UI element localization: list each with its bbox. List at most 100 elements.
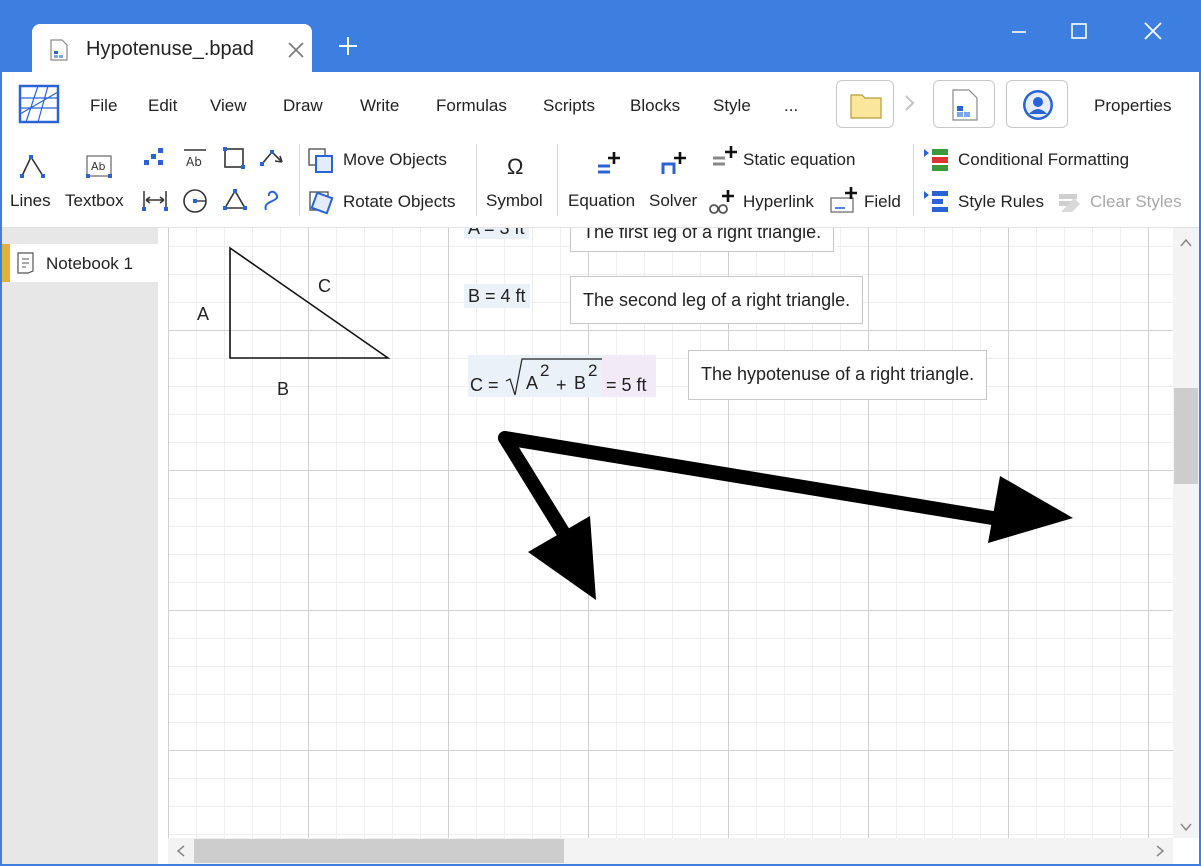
menu-bar: File Edit View Draw Write Formulas Scrip…: [2, 72, 1199, 134]
document-icon: [50, 39, 68, 61]
conditional-formatting-icon[interactable]: [923, 146, 951, 174]
minimize-icon[interactable]: [1004, 16, 1034, 46]
triangle-label-c: C: [318, 276, 331, 296]
arrow-tool-icon[interactable]: [260, 146, 286, 170]
field-icon[interactable]: [830, 186, 858, 214]
solver-icon[interactable]: [660, 150, 688, 178]
notebook-label: Notebook 1: [46, 254, 133, 273]
note-second-leg[interactable]: The second leg of a right triangle.: [570, 276, 864, 324]
static-equation-button[interactable]: Static equation: [743, 150, 855, 170]
ribbon-separator: [299, 144, 300, 216]
curve-icon[interactable]: [260, 188, 284, 212]
scroll-down-icon[interactable]: [1179, 820, 1193, 834]
move-objects-icon[interactable]: [307, 147, 335, 175]
ribbon-separator: [557, 144, 558, 216]
menu-draw[interactable]: Draw: [283, 96, 323, 116]
folder-icon: [850, 94, 882, 119]
active-marker: [2, 244, 10, 282]
dimension-icon[interactable]: [142, 188, 168, 212]
eq-c-lhs: C =: [470, 375, 499, 395]
textbox-icon[interactable]: Ab: [85, 152, 113, 180]
menu-write[interactable]: Write: [360, 96, 399, 116]
circle-icon[interactable]: [182, 188, 208, 214]
note-hypotenuse[interactable]: The hypotenuse of a right triangle.: [688, 350, 988, 400]
document-tab[interactable]: Hypotenuse_.bpad: [32, 24, 312, 72]
sidebar: Notebook 1: [2, 228, 158, 864]
triangle-label-b: B: [277, 379, 290, 399]
chevron-right-icon: [905, 95, 915, 111]
scroll-right-icon[interactable]: [1153, 844, 1167, 858]
lines-button[interactable]: Lines: [10, 191, 51, 211]
menu-more[interactable]: ...: [784, 96, 798, 116]
symbol-button[interactable]: Symbol: [486, 191, 543, 211]
horizontal-scrollbar[interactable]: [168, 838, 1173, 864]
equation-icon[interactable]: [594, 150, 622, 178]
new-tab-icon[interactable]: [336, 34, 360, 58]
tab-title: Hypotenuse_.bpad: [86, 38, 254, 60]
right-triangle-shape: [229, 246, 391, 359]
clear-styles-button[interactable]: Clear Styles: [1090, 192, 1182, 212]
maximize-icon[interactable]: [1064, 16, 1094, 46]
style-rules-icon[interactable]: [923, 188, 951, 216]
ribbon-toolbar: Lines Ab Textbox Ab Move Objects Rotate …: [2, 134, 1199, 228]
field-button[interactable]: Field: [864, 192, 901, 212]
omega-icon[interactable]: Ω: [507, 154, 523, 180]
lines-icon[interactable]: [19, 152, 47, 180]
note-first-leg[interactable]: The first leg of a right triangle.: [570, 228, 835, 252]
rotate-objects-icon[interactable]: [307, 189, 335, 217]
menu-formulas[interactable]: Formulas: [436, 96, 507, 116]
solver-button[interactable]: Solver: [649, 191, 697, 211]
eq-c-term-b: B: [574, 373, 587, 393]
eq-c-exp-a: 2: [540, 361, 550, 380]
move-objects-button[interactable]: Move Objects: [343, 150, 447, 170]
menu-scripts[interactable]: Scripts: [543, 96, 595, 116]
document-button[interactable]: [933, 80, 995, 128]
svg-text:Ab: Ab: [91, 160, 106, 173]
rotate-objects-button[interactable]: Rotate Objects: [343, 192, 455, 212]
horizontal-scroll-thumb[interactable]: [194, 839, 564, 863]
vertical-scrollbar[interactable]: [1173, 228, 1199, 838]
scroll-left-icon[interactable]: [174, 844, 188, 858]
notebook-icon: [17, 252, 34, 274]
text-label-icon[interactable]: Ab: [182, 146, 208, 170]
conditional-formatting-button[interactable]: Conditional Formatting: [958, 150, 1129, 170]
static-equation-icon[interactable]: [711, 144, 739, 172]
document-icon: [952, 89, 978, 121]
eq-c-plus: +: [556, 375, 567, 395]
app-logo-icon[interactable]: [18, 84, 60, 124]
polygon-icon[interactable]: [222, 188, 248, 212]
arrow-shape-right-head: [988, 476, 1073, 543]
title-bar: Hypotenuse_.bpad: [2, 2, 1199, 72]
scroll-up-icon[interactable]: [1179, 236, 1193, 250]
equation-button[interactable]: Equation: [568, 191, 635, 211]
properties-button[interactable]: Properties: [1094, 96, 1171, 116]
user-avatar-icon: [1023, 90, 1053, 120]
triangle-label-a: A: [197, 304, 210, 324]
close-window-icon[interactable]: [1138, 16, 1168, 46]
style-rules-button[interactable]: Style Rules: [958, 192, 1044, 212]
points-icon[interactable]: [142, 146, 166, 170]
menu-view[interactable]: View: [210, 96, 247, 116]
worksheet-canvas[interactable]: A B C A = 3 ft The first leg of a right …: [168, 228, 1173, 838]
textbox-button[interactable]: Textbox: [65, 191, 124, 211]
vertical-scroll-thumb[interactable]: [1174, 388, 1198, 484]
app-window: Hypotenuse_.bpad File Edit View Draw Wri…: [2, 2, 1199, 864]
menu-edit[interactable]: Edit: [148, 96, 177, 116]
menu-blocks[interactable]: Blocks: [630, 96, 680, 116]
account-button[interactable]: [1006, 80, 1068, 128]
hyperlink-icon[interactable]: [707, 188, 735, 216]
rectangle-icon[interactable]: [222, 146, 246, 170]
close-tab-icon[interactable]: [286, 40, 306, 60]
eq-c-exp-b: 2: [588, 361, 598, 380]
equation-c[interactable]: C = A 2 + B 2 = 5 ft: [468, 355, 656, 397]
hyperlink-button[interactable]: Hyperlink: [743, 192, 814, 212]
menu-file[interactable]: File: [90, 96, 117, 116]
variable-a[interactable]: A = 3 ft: [464, 228, 529, 239]
variable-b[interactable]: B = 4 ft: [464, 284, 530, 308]
open-folder-button[interactable]: [836, 80, 894, 128]
menu-style[interactable]: Style: [713, 96, 751, 116]
clear-styles-icon: [1059, 194, 1080, 212]
sidebar-item-notebook[interactable]: Notebook 1: [2, 244, 158, 282]
eq-c-result: = 5 ft: [606, 375, 647, 395]
arrow-shape-right: [498, 431, 1030, 530]
